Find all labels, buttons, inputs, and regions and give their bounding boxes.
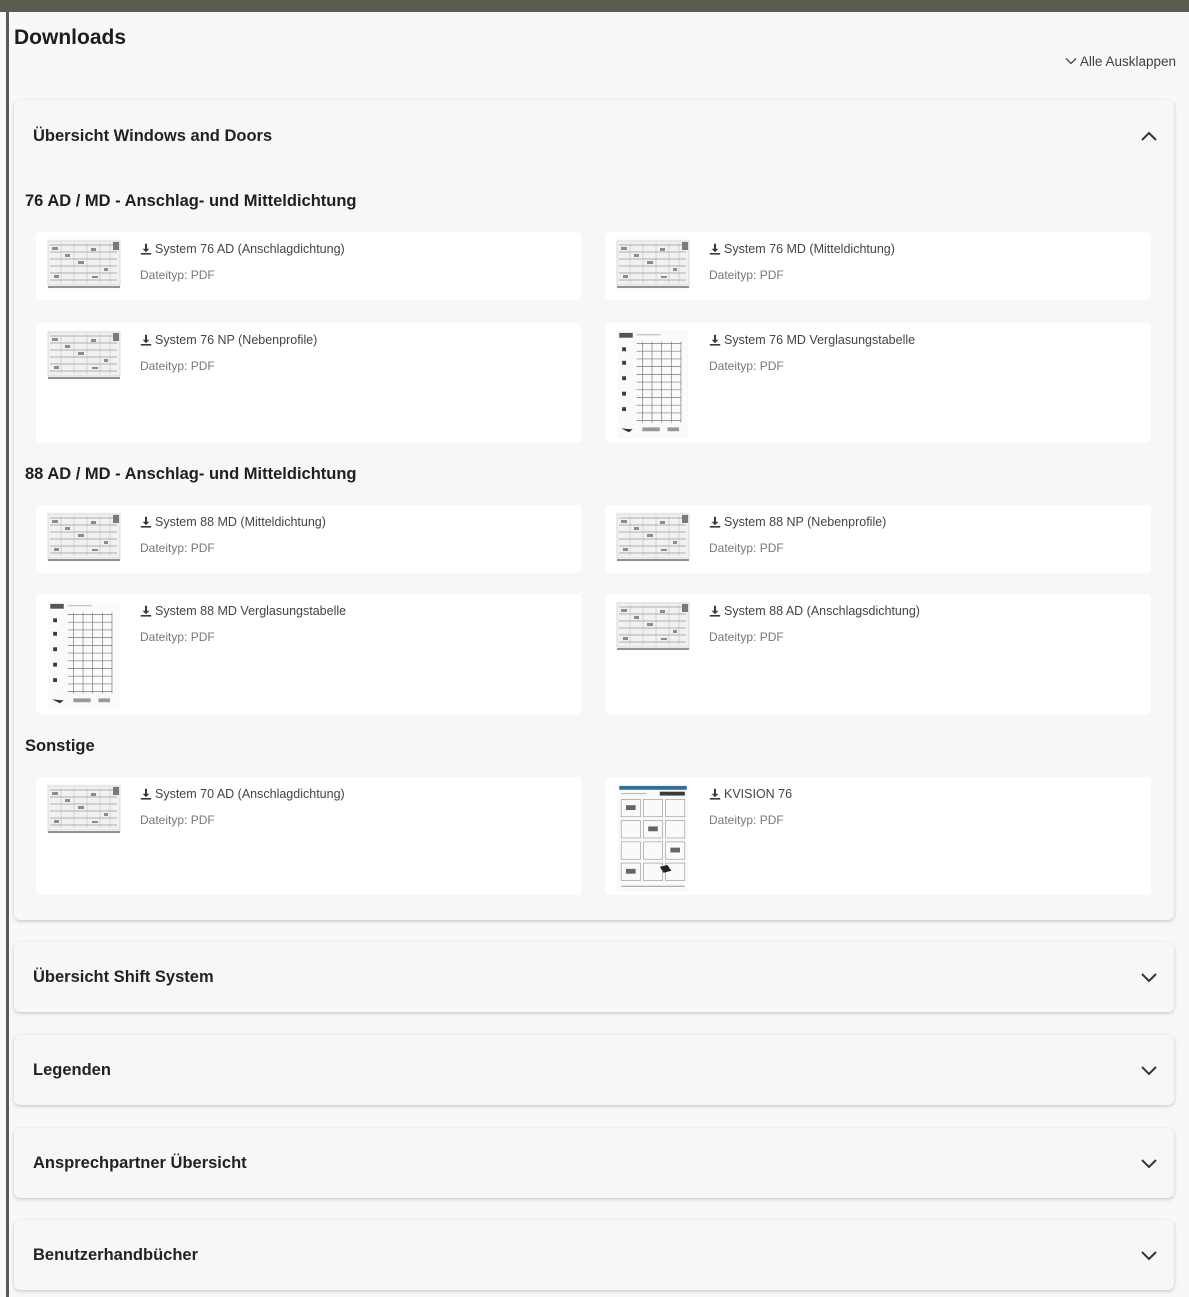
download-link[interactable]: System 76 AD (Anschlagdichtung) [140, 242, 345, 256]
download-link[interactable]: System 88 MD Verglasungstabelle [140, 604, 346, 618]
download-icon [709, 516, 721, 528]
file-type: Dateityp: PDF [709, 541, 784, 555]
download-link[interactable]: System 88 AD (Anschlagsdichtung) [709, 604, 920, 618]
download-link[interactable]: System 76 MD Verglasungstabelle [709, 333, 915, 347]
group-title-76: 76 AD / MD - Anschlag- und Mitteldichtun… [25, 192, 357, 210]
download-label: System 76 AD (Anschlagdichtung) [155, 242, 345, 256]
expand-all-label: Alle Ausklappen [1079, 54, 1176, 69]
accordion-header-benutzerhandbuecher[interactable]: Benutzerhandbücher [14, 1220, 1174, 1290]
chevron-up-icon [1141, 131, 1157, 141]
file-type: Dateityp: PDF [140, 359, 215, 373]
chevron-down-icon [1065, 58, 1077, 65]
download-label: System 70 AD (Anschlagdichtung) [155, 787, 345, 801]
accordion-panel-windows-doors: Übersicht Windows and Doors 76 AD / MD -… [14, 100, 1174, 920]
window-top-bar [0, 0, 1189, 12]
accordion-title: Übersicht Windows and Doors [33, 126, 273, 145]
download-label: System 88 MD (Mitteldichtung) [155, 515, 326, 529]
download-link[interactable]: System 76 MD (Mitteldichtung) [709, 242, 895, 256]
document-thumbnail [616, 601, 690, 651]
download-icon [140, 334, 152, 346]
file-type: Dateityp: PDF [709, 813, 784, 827]
download-link[interactable]: System 88 NP (Nebenprofile) [709, 515, 886, 529]
download-link[interactable]: KVISION 76 [709, 787, 792, 801]
download-label: System 76 MD Verglasungstabelle [724, 333, 916, 347]
document-thumbnail [47, 330, 121, 380]
accordion-header-shift-system[interactable]: Übersicht Shift System [14, 942, 1174, 1012]
accordion-header-windows-doors[interactable]: Übersicht Windows and Doors [14, 100, 1174, 172]
download-label: System 88 NP (Nebenprofile) [724, 515, 887, 529]
file-type: Dateityp: PDF [140, 268, 215, 282]
download-icon [140, 243, 152, 255]
download-card[interactable]: System 76 MD Verglasungstabelle Dateityp… [605, 323, 1151, 443]
group-title-sonstige: Sonstige [25, 737, 95, 755]
download-icon [709, 243, 721, 255]
download-icon [709, 605, 721, 617]
document-thumbnail [47, 512, 121, 562]
chevron-down-icon [1141, 1066, 1157, 1076]
download-card[interactable]: System 76 MD (Mitteldichtung) Dateityp: … [605, 232, 1151, 300]
accordion-title: Benutzerhandbücher [33, 1245, 199, 1264]
download-card[interactable]: System 70 AD (Anschlagdichtung) Dateityp… [36, 777, 582, 895]
download-label: KVISION 76 [724, 787, 793, 801]
accordion-header-legenden[interactable]: Legenden [14, 1035, 1174, 1105]
window-left-border [6, 12, 9, 1297]
download-icon [140, 605, 152, 617]
document-thumbnail [47, 601, 121, 709]
download-label: System 88 MD Verglasungstabelle [155, 604, 347, 618]
expand-all-button[interactable]: Alle Ausklappen [1065, 54, 1176, 69]
accordion-title: Legenden [33, 1060, 111, 1079]
accordion-header-ansprechpartner[interactable]: Ansprechpartner Übersicht [14, 1128, 1174, 1198]
download-card[interactable]: System 88 AD (Anschlagsdichtung) Dateity… [605, 594, 1151, 714]
download-link[interactable]: System 70 AD (Anschlagdichtung) [140, 787, 345, 801]
file-type: Dateityp: PDF [709, 630, 784, 644]
group-title-88: 88 AD / MD - Anschlag- und Mitteldichtun… [25, 465, 357, 483]
accordion-title: Übersicht Shift System [33, 967, 214, 986]
download-icon [709, 334, 721, 346]
accordion-panel-ansprechpartner: Ansprechpartner Übersicht [14, 1128, 1174, 1198]
document-thumbnail [616, 512, 690, 562]
download-card[interactable]: System 88 MD (Mitteldichtung) Dateityp: … [36, 505, 582, 573]
chevron-down-icon [1141, 973, 1157, 983]
download-icon [709, 788, 721, 800]
download-icon [140, 516, 152, 528]
accordion-title: Ansprechpartner Übersicht [33, 1153, 247, 1172]
document-thumbnail [47, 239, 121, 289]
accordion-panel-legenden: Legenden [14, 1035, 1174, 1105]
document-thumbnail [616, 239, 690, 289]
download-label: System 76 MD (Mitteldichtung) [724, 242, 895, 256]
download-link[interactable]: System 88 MD (Mitteldichtung) [140, 515, 326, 529]
download-card[interactable]: System 88 MD Verglasungstabelle Dateityp… [36, 594, 582, 714]
chevron-down-icon [1141, 1159, 1157, 1169]
download-icon [140, 788, 152, 800]
document-thumbnail [616, 784, 690, 892]
document-thumbnail [616, 330, 690, 438]
download-link[interactable]: System 76 NP (Nebenprofile) [140, 333, 317, 347]
accordion-panel-shift-system: Übersicht Shift System [14, 942, 1174, 1012]
download-card[interactable]: System 76 NP (Nebenprofile) Dateityp: PD… [36, 323, 582, 443]
download-card[interactable]: KVISION 76 Dateityp: PDF [605, 777, 1151, 895]
file-type: Dateityp: PDF [140, 541, 215, 555]
download-card[interactable]: System 88 NP (Nebenprofile) Dateityp: PD… [605, 505, 1151, 573]
file-type: Dateityp: PDF [140, 630, 215, 644]
download-label: System 88 AD (Anschlagsdichtung) [724, 604, 920, 618]
file-type: Dateityp: PDF [140, 813, 215, 827]
file-type: Dateityp: PDF [709, 359, 784, 373]
chevron-down-icon [1141, 1251, 1157, 1261]
file-type: Dateityp: PDF [709, 268, 784, 282]
document-thumbnail [47, 784, 121, 834]
page-title: Downloads [14, 26, 127, 49]
download-card[interactable]: System 76 AD (Anschlagdichtung) Dateityp… [36, 232, 582, 300]
download-label: System 76 NP (Nebenprofile) [155, 333, 318, 347]
accordion-panel-benutzerhandbuecher: Benutzerhandbücher [14, 1220, 1174, 1290]
